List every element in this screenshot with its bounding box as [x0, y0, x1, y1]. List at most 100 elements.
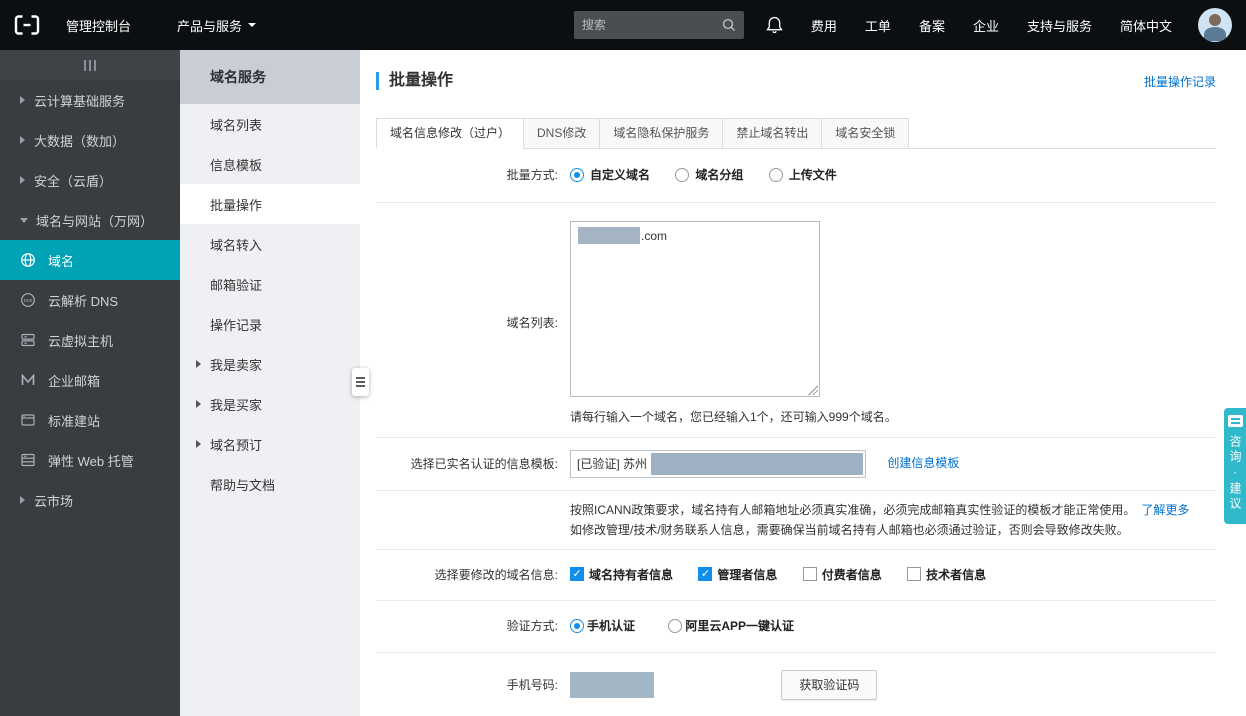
radio-app-verification[interactable]: 阿里云APP一键认证 — [668, 617, 794, 634]
submenu-item-label: 域名转入 — [210, 237, 263, 253]
info-template-select[interactable]: [已验证] 苏州 — [570, 449, 866, 478]
notice-line-1: 按照ICANN政策要求，域名持有人邮箱地址必须真实准确，必须完成邮箱真实性验证的… — [570, 502, 1136, 517]
hosting-icon — [20, 452, 36, 468]
chevron-right-icon — [20, 176, 25, 184]
user-avatar[interactable] — [1198, 8, 1232, 42]
chevron-down-icon — [248, 23, 257, 27]
radio-label: 域名分组 — [695, 168, 744, 182]
submenu-collapse-handle[interactable] — [352, 368, 369, 396]
checkbox-admin-info[interactable]: 管理者信息 — [698, 566, 777, 583]
topbar-link-billing[interactable]: 费用 — [811, 16, 837, 35]
tab-label: 禁止域名转出 — [736, 126, 809, 140]
radio-upload-file[interactable]: 上传文件 — [768, 166, 837, 183]
tab-domain-security-lock[interactable]: 域名安全锁 — [821, 118, 910, 149]
sidebar-item-label: 企业邮箱 — [48, 373, 101, 389]
radio-domain-group[interactable]: 域名分组 — [675, 166, 743, 183]
sidebar-collapse-icon[interactable] — [0, 50, 180, 80]
sidebar-item-big-data[interactable]: 大数据（数加） — [0, 120, 180, 160]
checkbox-tech-info[interactable]: 技术者信息 — [907, 566, 986, 583]
sidebar-item-label: 云解析 DNS — [48, 293, 119, 309]
topbar-link-enterprise[interactable]: 企业 — [973, 16, 999, 35]
sidebar-item-label: 域名 — [48, 253, 75, 269]
submenu-item-domain-preorder[interactable]: 域名预订 — [180, 424, 360, 464]
batch-operation-records-link[interactable]: 批量操作记录 — [1144, 73, 1216, 90]
sidebar-item-site-builder[interactable]: 标准建站 — [0, 400, 180, 440]
sidebar-item-label: 标准建站 — [48, 413, 101, 429]
submenu-item-seller[interactable]: 我是卖家 — [180, 344, 360, 384]
chevron-down-icon — [20, 217, 28, 223]
browser-icon — [20, 412, 36, 428]
create-info-template-link[interactable]: 创建信息模板 — [887, 456, 959, 470]
radio-icon — [768, 167, 783, 182]
info-template-row: 选择已实名认证的信息模板: [已验证] 苏州 创建信息模板 — [376, 438, 1216, 491]
radio-phone-verification[interactable]: 手机认证 — [570, 617, 635, 634]
sidebar-item-domains-websites[interactable]: 域名与网站（万网） — [0, 200, 180, 240]
checkbox-label: 技术者信息 — [926, 567, 987, 582]
radio-icon — [675, 167, 690, 182]
svg-text:DNS: DNS — [24, 298, 33, 303]
sidebar-item-label: 域名与网站（万网） — [36, 213, 154, 229]
get-verification-code-button[interactable]: 获取验证码 — [781, 669, 878, 700]
submenu-item-info-template[interactable]: 信息模板 — [180, 144, 360, 184]
submenu-item-help-docs[interactable]: 帮助与文档 — [180, 464, 360, 504]
batch-mode-label: 批量方式: — [506, 168, 558, 183]
sidebar-item-web-hosting[interactable]: 云虚拟主机 — [0, 320, 180, 360]
notifications-bell-icon[interactable] — [766, 16, 783, 34]
modify-info-label: 选择要修改的域名信息: — [434, 567, 558, 582]
batch-operation-form: 批量方式: 自定义域名 域名分组 上传文件 域名列表: .com 请每行输入一个… — [376, 149, 1216, 716]
domain-list-textarea[interactable]: .com — [570, 220, 820, 397]
products-services-menu[interactable]: 产品与服务 — [177, 16, 257, 35]
tab-privacy-protection[interactable]: 域名隐私保护服务 — [599, 118, 724, 149]
checkbox-label: 管理者信息 — [717, 567, 778, 582]
topbar-link-tickets[interactable]: 工单 — [865, 16, 891, 35]
console-home-link[interactable]: 管理控制台 — [66, 16, 131, 35]
aliyun-logo-icon[interactable] — [14, 14, 40, 36]
checkbox-icon — [907, 567, 922, 581]
topbar-link-language[interactable]: 简体中文 — [1120, 16, 1172, 35]
phone-number-input[interactable] — [570, 671, 654, 698]
global-search[interactable] — [573, 11, 744, 39]
checkbox-billing-info[interactable]: 付费者信息 — [802, 566, 882, 583]
submenu-item-buyer[interactable]: 我是买家 — [180, 384, 360, 424]
radio-custom-domain[interactable]: 自定义域名 — [570, 166, 650, 183]
chevron-right-icon — [20, 496, 25, 504]
tab-dns-modify[interactable]: DNS修改 — [523, 118, 601, 149]
modify-info-row: 选择要修改的域名信息: 域名持有者信息 管理者信息 付费者信息 技术者信息 — [376, 550, 1216, 601]
sidebar-item-marketplace[interactable]: 云市场 — [0, 480, 180, 520]
submenu-item-domain-list[interactable]: 域名列表 — [180, 104, 360, 144]
sidebar-item-label: 云市场 — [34, 493, 74, 509]
tab-domain-info-transfer[interactable]: 域名信息修改（过户） — [376, 118, 525, 149]
chevron-right-icon — [196, 360, 201, 368]
learn-more-link[interactable]: 了解更多 — [1141, 503, 1189, 517]
redacted-domain-name — [578, 226, 640, 244]
checkbox-registrant-info[interactable]: 域名持有者信息 — [570, 566, 673, 583]
submenu-item-batch-operations[interactable]: 批量操作 — [180, 184, 360, 224]
radio-label: 自定义域名 — [590, 168, 651, 182]
submenu-item-domain-transfer-in[interactable]: 域名转入 — [180, 224, 360, 264]
info-template-label: 选择已实名认证的信息模板: — [410, 456, 558, 471]
sidebar-item-enterprise-mail[interactable]: 企业邮箱 — [0, 360, 180, 400]
sidebar-item-cloud-basics[interactable]: 云计算基础服务 — [0, 80, 180, 120]
sidebar-item-dns[interactable]: DNS 云解析 DNS — [0, 280, 180, 320]
domain-suffix-text: .com — [641, 228, 668, 243]
search-input[interactable] — [581, 18, 722, 32]
tab-forbid-transfer-out[interactable]: 禁止域名转出 — [722, 118, 823, 149]
search-icon[interactable] — [722, 18, 736, 32]
resize-grip-icon[interactable] — [808, 384, 818, 395]
topbar-link-support[interactable]: 支持与服务 — [1027, 16, 1092, 35]
submenu-item-operation-records[interactable]: 操作记录 — [180, 304, 360, 344]
checkbox-icon — [570, 567, 584, 581]
feedback-tab[interactable]: 咨询·建议 — [1224, 408, 1246, 524]
sidebar-item-label: 云虚拟主机 — [48, 333, 114, 349]
sidebar-item-domain[interactable]: 域名 — [0, 240, 180, 280]
submenu-item-label: 域名预订 — [210, 437, 263, 453]
feedback-label: 咨询·建议 — [1228, 435, 1242, 512]
chevron-right-icon — [20, 136, 25, 144]
radio-icon — [570, 618, 584, 633]
submenu-item-email-verification[interactable]: 邮箱验证 — [180, 264, 360, 304]
sidebar-item-security[interactable]: 安全（云盾） — [0, 160, 180, 200]
chevron-right-icon — [196, 440, 201, 448]
sidebar-item-elastic-web-hosting[interactable]: 弹性 Web 托管 — [0, 440, 180, 480]
submenu-item-label: 邮箱验证 — [210, 277, 263, 293]
topbar-link-icp[interactable]: 备案 — [919, 16, 945, 35]
